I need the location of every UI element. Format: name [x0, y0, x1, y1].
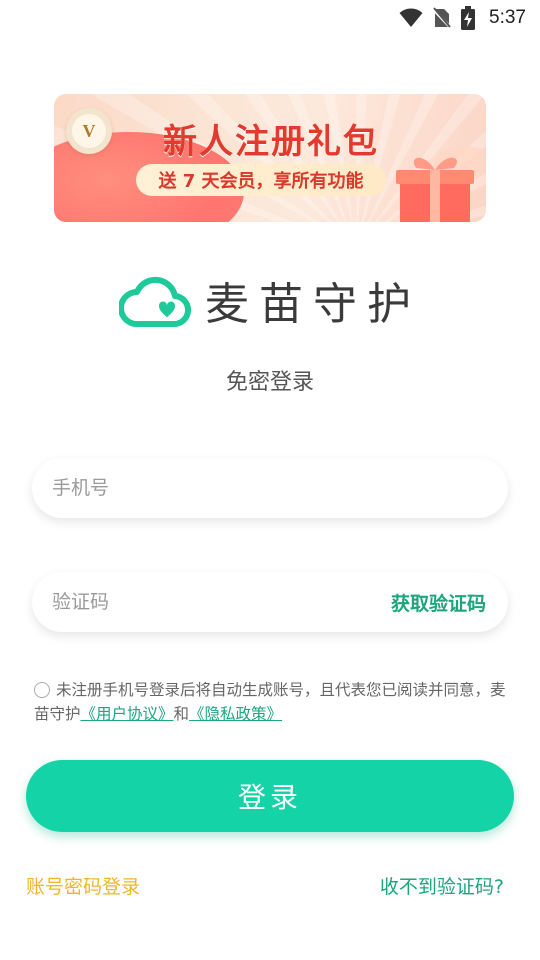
- status-bar: 5:37: [0, 0, 540, 36]
- status-time: 5:37: [489, 7, 526, 28]
- vip-badge-letter: V: [72, 114, 106, 148]
- vip-badge-icon: V: [66, 108, 112, 154]
- battery-charging-icon: [461, 6, 476, 30]
- banner-title: 新人注册礼包: [163, 122, 379, 162]
- gift-box-icon: [396, 146, 484, 222]
- no-sim-icon: [433, 7, 452, 29]
- login-button[interactable]: 登录: [26, 760, 514, 832]
- wifi-icon: [399, 8, 423, 28]
- cloud-heart-icon: [119, 276, 191, 328]
- user-agreement-link[interactable]: 《用户协议》: [81, 705, 174, 723]
- phone-field[interactable]: [32, 458, 508, 518]
- agreement: 未注册手机号登录后将自动生成账号，且代表您已阅读并同意，麦苗守护《用户协议》和《…: [34, 678, 514, 726]
- password-login-link[interactable]: 账号密码登录: [26, 872, 140, 899]
- login-mode-title: 免密登录: [225, 370, 314, 395]
- promo-banner[interactable]: V 新人注册礼包 送 7 天会员，享所有功能: [54, 94, 486, 222]
- brand: 麦苗守护: [0, 268, 540, 332]
- app-name: 麦苗守护: [205, 279, 421, 330]
- code-field[interactable]: 获取验证码: [32, 572, 508, 632]
- phone-input[interactable]: [52, 477, 486, 499]
- agreement-and: 和: [173, 705, 190, 723]
- privacy-policy-link[interactable]: 《隐私政策》: [189, 705, 282, 723]
- get-code-button[interactable]: 获取验证码: [391, 589, 486, 616]
- no-code-link[interactable]: 收不到验证码?: [380, 872, 504, 899]
- code-input[interactable]: [52, 591, 391, 613]
- banner-subtitle: 送 7 天会员，享所有功能: [136, 164, 386, 196]
- agreement-checkbox[interactable]: [34, 682, 50, 698]
